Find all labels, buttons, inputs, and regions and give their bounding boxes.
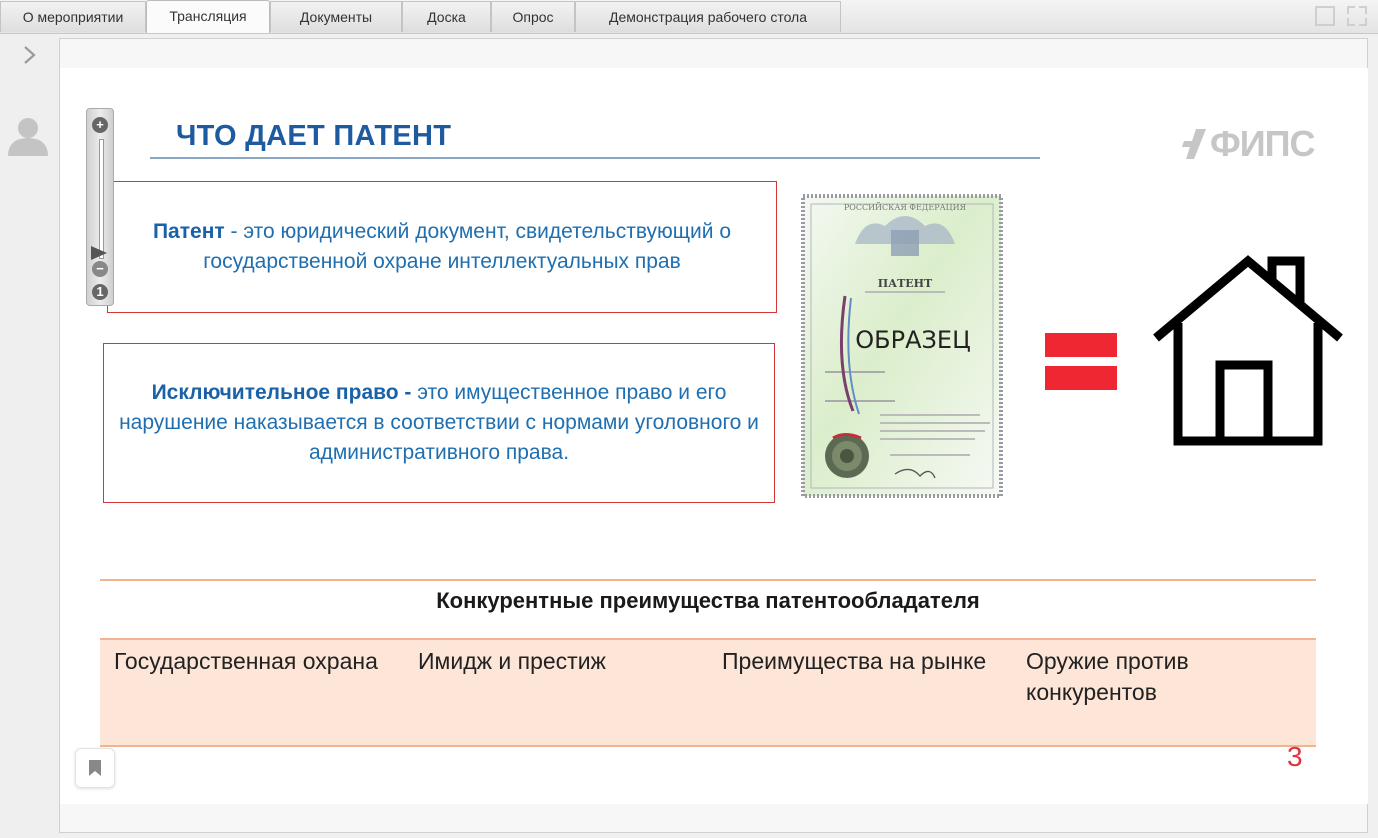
patent-certificate-image: РОССИЙСКАЯ ФЕДЕРАЦИЯ ПАТЕНТ ОБРАЗЕЦ	[800, 186, 1020, 511]
section-divider-top	[100, 579, 1316, 581]
zoom-slider-track[interactable]	[99, 139, 104, 259]
chevron-right-icon[interactable]	[18, 44, 40, 66]
zoom-slider-handle[interactable]	[91, 246, 107, 260]
slide-title: ЧТО ДАЕТ ПАТЕНТ	[176, 120, 452, 152]
tab-broadcast[interactable]: Трансляция	[146, 0, 270, 33]
tab-board[interactable]: Доска	[402, 1, 491, 32]
zoom-control: + − 1	[86, 108, 114, 306]
zoom-reset-button[interactable]: 1	[92, 284, 108, 300]
benefit-item: Оружие против конкурентов	[1026, 648, 1189, 705]
fullscreen-icon[interactable]	[1347, 6, 1367, 26]
tab-documents[interactable]: Документы	[270, 1, 402, 32]
patent-term: Патент	[152, 220, 225, 243]
benefit-item: Имидж и престиж	[418, 648, 606, 674]
slide-page-number: 3	[1287, 741, 1303, 772]
benefits-row: Государственная охрана Имидж и престиж П…	[100, 640, 1316, 747]
title-underline	[150, 157, 1040, 159]
equals-bar-top	[1045, 333, 1117, 357]
user-avatar-icon[interactable]	[6, 116, 50, 156]
zoom-in-button[interactable]: +	[92, 117, 108, 133]
tab-bar: О мероприятии Трансляция Документы Доска…	[0, 0, 1378, 34]
zoom-out-button[interactable]: −	[92, 261, 108, 277]
benefit-item: Государственная охрана	[114, 648, 378, 674]
bookmark-button[interactable]	[75, 748, 115, 788]
exclusive-right-term: Исключительное право -	[151, 381, 418, 404]
tab-poll[interactable]: Опрос	[491, 1, 575, 32]
certificate-heading: ПАТЕНТ	[878, 277, 933, 290]
tab-event-info[interactable]: О мероприятии	[0, 1, 146, 32]
tab-desktop-share[interactable]: Демонстрация рабочего стола	[575, 1, 841, 32]
patent-definition-box: Патент - это юридический документ, свиде…	[107, 181, 777, 313]
certificate-country: РОССИЙСКАЯ ФЕДЕРАЦИЯ	[844, 203, 967, 212]
left-sidebar	[0, 34, 58, 838]
bookmark-icon	[89, 760, 101, 776]
patent-definition-text: - это юридический документ, свидетельств…	[203, 220, 732, 273]
benefit-item: Преимущества на рынке	[722, 648, 987, 674]
fips-logo: ФИПС	[1182, 123, 1322, 164]
exclusive-right-box: Исключительное право - это имущественное…	[103, 343, 775, 503]
presentation-slide: ЧТО ДАЕТ ПАТЕНТ ФИПС Патент - это юридич…	[60, 68, 1368, 804]
house-icon	[1153, 255, 1343, 446]
certificate-sample-stamp: ОБРАЗЕЦ	[855, 326, 970, 354]
section-title: Конкурентные преимущества патентообладат…	[436, 588, 980, 613]
restore-window-icon[interactable]	[1315, 6, 1335, 26]
fips-logo-text: ФИПС	[1210, 123, 1315, 164]
equals-bar-bottom	[1045, 366, 1117, 390]
